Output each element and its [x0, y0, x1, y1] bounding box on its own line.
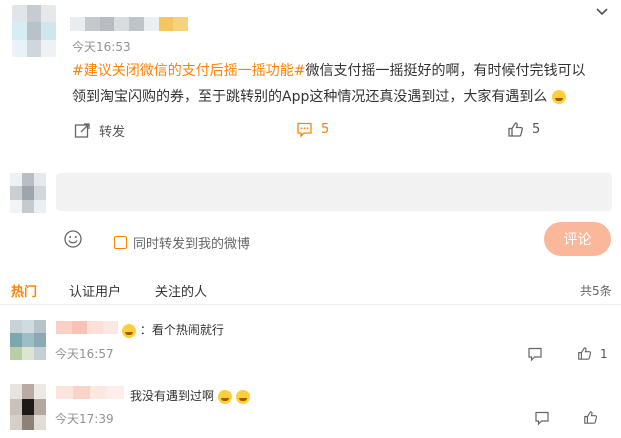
emoji-icon: [217, 389, 232, 404]
post-username[interactable]: [70, 17, 188, 31]
comment-avatar[interactable]: [10, 384, 46, 430]
comment-like-button[interactable]: 1: [577, 346, 608, 361]
comment-total: 共5条: [580, 284, 612, 298]
tab-hot[interactable]: 热门: [11, 281, 37, 300]
like-icon: [578, 347, 592, 360]
comment-count: 5: [321, 122, 330, 137]
post-avatar[interactable]: [12, 5, 56, 57]
chevron-down-icon: [596, 8, 608, 16]
emoji-picker-button[interactable]: [63, 229, 83, 249]
comment-content: 我没有遇到过啊: [130, 387, 250, 404]
emoji-icon: [235, 389, 250, 404]
like-icon: [584, 411, 598, 424]
post-time: 今天16:53: [72, 40, 131, 54]
comment-text: ：看个热闹就行: [139, 323, 224, 337]
like-icon: [508, 122, 523, 137]
comment-button[interactable]: 5: [296, 121, 329, 138]
reply-button[interactable]: [534, 410, 550, 426]
like-button[interactable]: 5: [507, 121, 540, 138]
comment-username[interactable]: [56, 321, 118, 334]
reply-button[interactable]: [527, 346, 543, 362]
tabs-divider: [0, 304, 621, 305]
repost-checkbox[interactable]: 同时转发到我的微博: [114, 233, 250, 252]
comment-time: 今天17:39: [55, 412, 114, 426]
post-content: #建议关闭微信的支付后摇一摇功能#微信支付摇一摇挺好的啊，有时候付完钱可以领到淘…: [72, 58, 592, 110]
my-avatar: [10, 173, 46, 213]
smiley-icon: [64, 230, 82, 248]
comment-text: 我没有遇到过啊: [130, 389, 215, 403]
comment-like-button[interactable]: [583, 410, 606, 425]
comment-like-count: 1: [600, 346, 608, 361]
tab-verified[interactable]: 认证用户: [69, 281, 121, 300]
comment-time: 今天16:57: [55, 347, 114, 361]
repost-icon: [74, 123, 90, 138]
repost-checkbox-label: 同时转发到我的微博: [133, 237, 251, 252]
hashtag-link[interactable]: #建议关闭微信的支付后摇一摇功能#: [72, 63, 305, 79]
repost-button[interactable]: 转发: [74, 121, 125, 140]
expand-menu-button[interactable]: [594, 3, 610, 19]
comment-content: ：看个热闹就行: [122, 321, 224, 338]
reply-icon: [535, 411, 549, 426]
repost-label: 转发: [99, 125, 126, 140]
emoji-icon: [122, 323, 136, 338]
comment-icon: [297, 122, 312, 138]
comment-avatar[interactable]: [10, 320, 46, 360]
submit-comment-button[interactable]: 评论: [544, 222, 611, 256]
reply-icon: [528, 347, 542, 362]
comment-input[interactable]: [56, 173, 612, 211]
comment-username[interactable]: [56, 386, 124, 399]
emoji-icon: [551, 90, 566, 104]
checkbox-square[interactable]: [114, 236, 127, 249]
like-count: 5: [532, 122, 541, 137]
tab-following[interactable]: 关注的人: [155, 281, 207, 300]
